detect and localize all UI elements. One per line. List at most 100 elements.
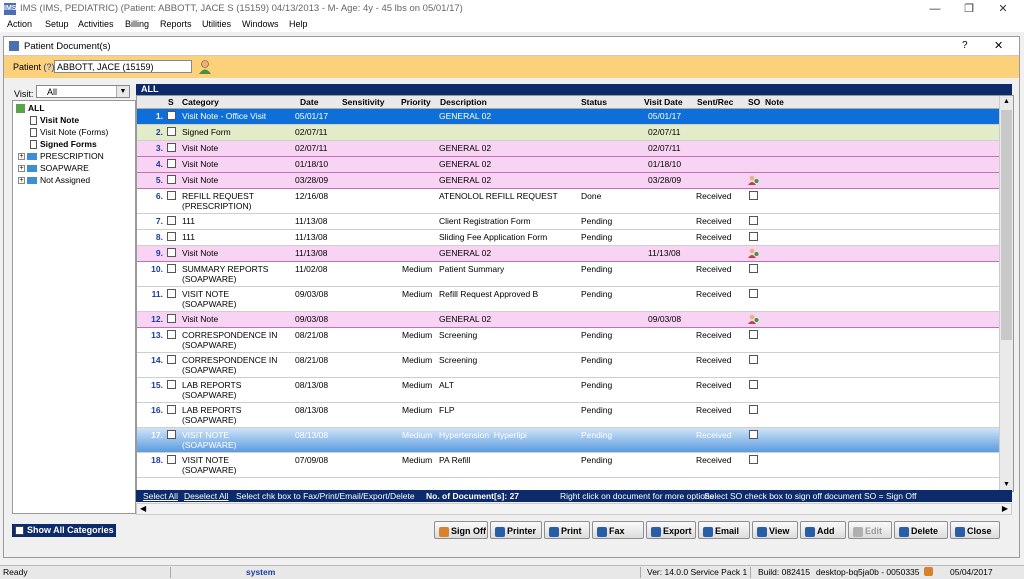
signoff-checkbox[interactable] — [749, 216, 758, 225]
col-category[interactable]: Category — [182, 97, 219, 107]
col-note[interactable]: Note — [765, 97, 784, 107]
row-select-checkbox[interactable] — [167, 216, 176, 225]
print-button[interactable]: Print — [544, 521, 590, 539]
row-select-checkbox[interactable] — [167, 355, 176, 364]
menu-utilities[interactable]: Utilities — [202, 19, 231, 29]
show-all-categories-checkbox[interactable]: Show All Categories — [12, 524, 116, 537]
signed-off-icon[interactable] — [748, 248, 759, 258]
table-row[interactable]: 16. LAB REPORTS (SOAPWARE) 08/13/08 Medium F… — [137, 403, 999, 428]
minimize-button[interactable]: — — [918, 0, 952, 18]
tree-item-not-assigned[interactable]: + Not Assigned — [18, 175, 90, 186]
fax-button[interactable]: Fax — [592, 521, 644, 539]
help-button[interactable]: ? — [962, 40, 968, 51]
tree-item-all[interactable]: ALL — [16, 103, 45, 114]
scroll-thumb[interactable] — [1001, 110, 1012, 340]
row-select-checkbox[interactable] — [167, 127, 176, 136]
col-visit-date[interactable]: Visit Date — [644, 97, 683, 107]
menu-setup[interactable]: Setup — [45, 19, 69, 29]
row-select-checkbox[interactable] — [167, 143, 176, 152]
horizontal-scrollbar[interactable]: ◀ ▶ — [136, 503, 1012, 515]
tree-item-visit-note-forms[interactable]: Visit Note (Forms) — [30, 127, 108, 138]
table-row[interactable]: 11. VISIT NOTE (SOAPWARE) 09/03/08 Medium Re… — [137, 287, 999, 312]
menu-action[interactable]: Action — [7, 19, 32, 29]
patient-lookup-icon[interactable] — [198, 59, 212, 74]
printer-button[interactable]: Printer — [490, 521, 542, 539]
row-select-checkbox[interactable] — [167, 264, 176, 273]
row-select-checkbox[interactable] — [167, 289, 176, 298]
expand-icon[interactable]: + — [18, 153, 25, 161]
signoff-checkbox[interactable] — [749, 405, 758, 414]
deselect-all-link[interactable]: Deselect All — [184, 490, 228, 502]
menu-help[interactable]: Help — [289, 19, 308, 29]
visit-select[interactable]: All ▼ — [36, 85, 130, 98]
menu-reports[interactable]: Reports — [160, 19, 192, 29]
signoff-checkbox[interactable] — [749, 232, 758, 241]
table-row[interactable]: 18. VISIT NOTE (SOAPWARE) 07/09/08 Medium PA… — [137, 453, 999, 478]
menu-windows[interactable]: Windows — [242, 19, 279, 29]
restore-button[interactable]: ❐ — [952, 0, 986, 18]
select-all-link[interactable]: Select All — [143, 490, 178, 502]
patient-field[interactable]: ABBOTT, JACE (15159) — [54, 60, 192, 73]
table-row[interactable]: 7. 111 11/13/08 Client Registration Form Pen… — [137, 214, 999, 230]
row-select-checkbox[interactable] — [167, 159, 176, 168]
scroll-left-icon[interactable]: ◀ — [140, 504, 146, 513]
row-select-checkbox[interactable] — [167, 455, 176, 464]
checkbox[interactable] — [15, 526, 24, 536]
row-select-checkbox[interactable] — [167, 232, 176, 241]
sign-off-button[interactable]: Sign Off — [434, 521, 488, 539]
table-row[interactable]: 5. Visit Note 03/28/09 GENERAL 02 03/28/09 — [137, 173, 999, 189]
delete-button[interactable]: Delete — [894, 521, 948, 539]
close-button[interactable]: Close — [950, 521, 1000, 539]
table-row[interactable]: 10. SUMMARY REPORTS (SOAPWARE) 11/02/08 Med… — [137, 262, 999, 287]
row-select-checkbox[interactable] — [167, 330, 176, 339]
menu-activities[interactable]: Activities — [78, 19, 114, 29]
table-row[interactable]: 2. Signed Form 02/07/11 02/07/11 — [137, 125, 999, 141]
scroll-right-icon[interactable]: ▶ — [1002, 504, 1008, 513]
table-row[interactable]: 1. Visit Note - Office Visit 05/01/17 GENER… — [137, 109, 999, 125]
add-button[interactable]: Add — [800, 521, 846, 539]
signed-off-icon[interactable] — [748, 175, 759, 185]
menu-billing[interactable]: Billing — [125, 19, 149, 29]
signoff-checkbox[interactable] — [749, 264, 758, 273]
row-select-checkbox[interactable] — [167, 191, 176, 200]
signoff-checkbox[interactable] — [749, 191, 758, 200]
window-close-button[interactable]: ✕ — [986, 0, 1020, 18]
email-button[interactable]: Email — [698, 521, 750, 539]
signoff-checkbox[interactable] — [749, 289, 758, 298]
row-select-checkbox[interactable] — [167, 430, 176, 439]
tree-item-signed-forms[interactable]: Signed Forms — [30, 139, 97, 150]
vertical-scrollbar[interactable]: ▲ ▼ — [999, 96, 1013, 491]
scroll-up-icon[interactable]: ▲ — [1000, 96, 1013, 108]
signoff-checkbox[interactable] — [749, 430, 758, 439]
signoff-checkbox[interactable] — [749, 455, 758, 464]
col-priority[interactable]: Priority — [401, 97, 431, 107]
col-s[interactable]: S — [168, 97, 174, 107]
tree-item-prescription[interactable]: + PRESCRIPTION — [18, 151, 104, 162]
row-select-checkbox[interactable] — [167, 380, 176, 389]
col-status[interactable]: Status — [581, 97, 607, 107]
tree-item-soapware[interactable]: + SOAPWARE — [18, 163, 89, 174]
tree-item-visit-note[interactable]: Visit Note — [30, 115, 79, 126]
signoff-checkbox[interactable] — [749, 330, 758, 339]
export-button[interactable]: Export — [646, 521, 696, 539]
row-select-checkbox[interactable] — [167, 314, 176, 323]
table-row[interactable]: 13. CORRESPONDENCE IN (SOAPWARE) 08/21/08 M… — [137, 328, 999, 353]
signed-off-icon[interactable] — [748, 314, 759, 324]
table-row[interactable]: 8. 111 11/13/08 Sliding Fee Application For… — [137, 230, 999, 246]
col-sent-rec[interactable]: Sent/Rec — [697, 97, 733, 107]
row-select-checkbox[interactable] — [167, 111, 176, 120]
table-row[interactable]: 3. Visit Note 02/07/11 GENERAL 02 02/07/11 — [137, 141, 999, 157]
document-close-button[interactable]: ✕ — [994, 39, 1003, 52]
expand-icon[interactable]: + — [18, 165, 25, 173]
view-button[interactable]: View — [752, 521, 798, 539]
table-row[interactable]: 15. LAB REPORTS (SOAPWARE) 08/13/08 Medium A… — [137, 378, 999, 403]
table-row[interactable]: 17. VISIT NOTE (SOAPWARE) 08/13/08 Medium Hy… — [137, 428, 999, 453]
row-select-checkbox[interactable] — [167, 405, 176, 414]
table-row[interactable]: 6. REFILL REQUEST (PRESCRIPTION) 12/16/08 A… — [137, 189, 999, 214]
expand-icon[interactable]: + — [18, 177, 25, 185]
row-select-checkbox[interactable] — [167, 248, 176, 257]
chevron-down-icon[interactable]: ▼ — [116, 86, 129, 97]
edit-button[interactable]: Edit — [848, 521, 892, 539]
col-date[interactable]: Date — [300, 97, 318, 107]
col-so[interactable]: SO — [748, 97, 760, 107]
